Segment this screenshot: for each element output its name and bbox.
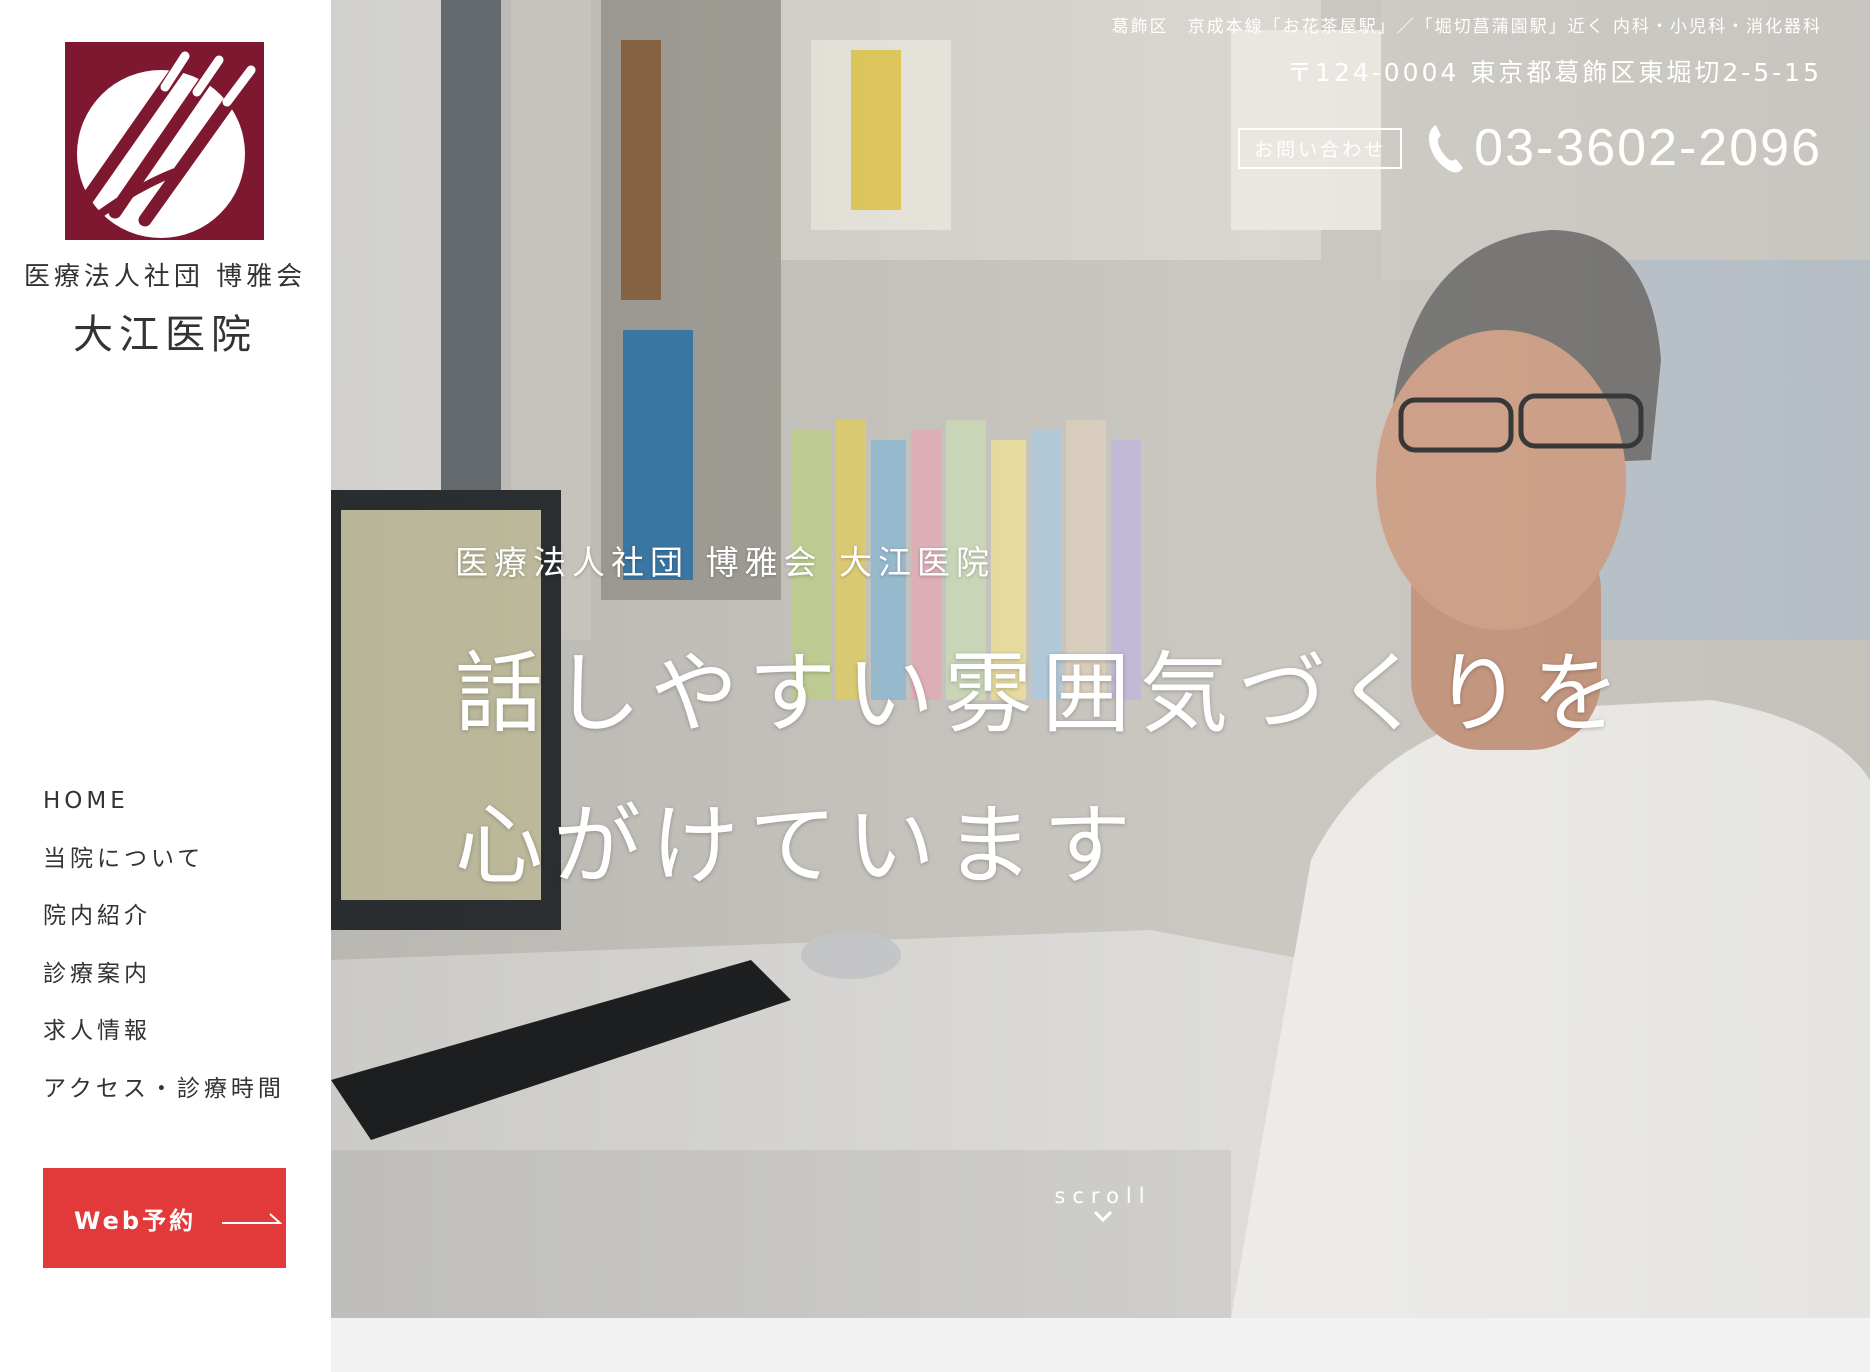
hero-subtitle: 医療法人社団 博雅会 大江医院 bbox=[455, 543, 995, 582]
nav-item-facility[interactable]: 院内紹介 bbox=[43, 901, 285, 959]
main-nav: HOME 当院について 院内紹介 診療案内 求人情報 アクセス・診療時間 bbox=[43, 786, 285, 1131]
clinic-org-name: 医療法人社団 博雅会 bbox=[23, 262, 307, 292]
clinic-name[interactable]: 大江医院 bbox=[0, 302, 330, 360]
sidebar: 医療法人社団 博雅会 大江医院 HOME 当院について 院内紹介 診療案内 求人… bbox=[0, 0, 330, 1372]
nav-item-recruit[interactable]: 求人情報 bbox=[43, 1016, 285, 1074]
chevron-down-icon bbox=[1093, 1210, 1113, 1223]
contact-row: お問い合わせ 03-3602-2096 bbox=[1238, 118, 1822, 178]
hero-title-line-1: 話しやすい雰囲気づくりを bbox=[455, 642, 1631, 745]
content-start-band bbox=[331, 1318, 1870, 1372]
hero-title: 話しやすい雰囲気づくりを 心がけています bbox=[455, 618, 1630, 922]
header-info: 葛飾区 京成本線「お花茶屋駅」／「堀切菖蒲園駅」近く 内科・小児科・消化器科 〒… bbox=[1112, 12, 1822, 89]
web-reserve-label: Web予約 bbox=[74, 1206, 197, 1235]
arrow-right-icon bbox=[222, 1213, 283, 1224]
hero-title-line-2: 心がけています bbox=[455, 794, 1142, 897]
nav-item-about[interactable]: 当院について bbox=[43, 844, 285, 902]
clinic-logo[interactable] bbox=[65, 42, 264, 240]
nav-item-access[interactable]: アクセス・診療時間 bbox=[43, 1074, 285, 1132]
phone-icon bbox=[1429, 125, 1464, 173]
nav-item-home[interactable]: HOME bbox=[43, 786, 285, 844]
scroll-label: scroll bbox=[1054, 1184, 1152, 1208]
logo-mark bbox=[74, 51, 256, 238]
hero-section: 葛飾区 京成本線「お花茶屋駅」／「堀切菖蒲園駅」近く 内科・小児科・消化器科 〒… bbox=[331, 0, 1870, 1318]
contact-button[interactable]: お問い合わせ bbox=[1238, 127, 1403, 169]
address: 〒124-0004 東京都葛飾区東堀切2-5-15 bbox=[1287, 58, 1822, 87]
nav-item-services[interactable]: 診療案内 bbox=[43, 959, 285, 1017]
scroll-indicator[interactable]: scroll bbox=[1043, 1184, 1163, 1228]
web-reserve-button[interactable]: Web予約 bbox=[43, 1168, 286, 1268]
phone-number[interactable]: 03-3602-2096 bbox=[1474, 118, 1822, 178]
access-info: 葛飾区 京成本線「お花茶屋駅」／「堀切菖蒲園駅」近く 内科・小児科・消化器科 bbox=[1111, 17, 1822, 37]
